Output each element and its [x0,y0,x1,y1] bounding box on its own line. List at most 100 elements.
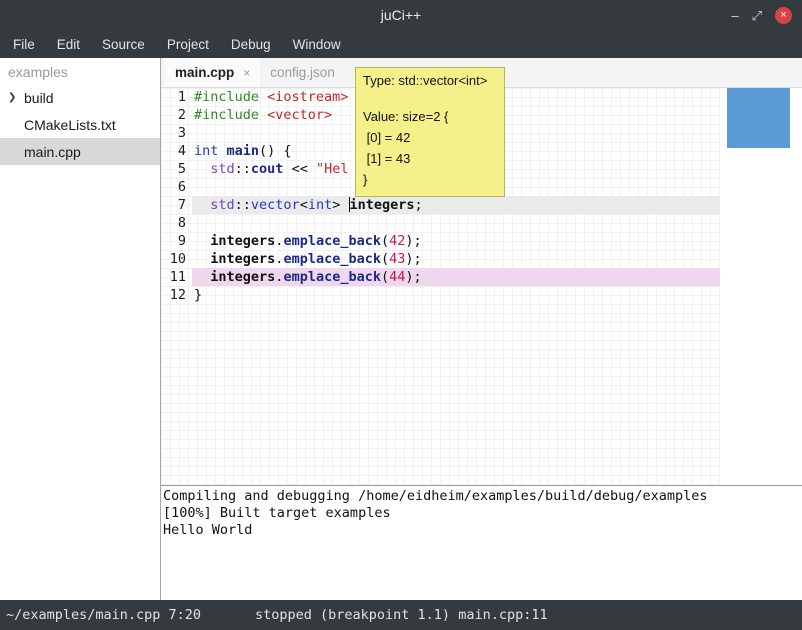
code-token: std [210,161,234,177]
code-token: < [300,197,308,213]
status-cursor-position: ~/examples/main.cpp 7:20 [6,607,201,623]
code-line-7[interactable]: 7 std::vector<int> integers; [161,196,720,214]
minimize-icon[interactable]: – [731,9,738,22]
close-icon[interactable]: × [775,7,792,24]
code-token: ); [405,269,421,285]
line-code: integers.emplace_back(42); [192,232,720,250]
tree-item-build[interactable]: ❯ build [0,84,160,111]
code-token: > [332,197,348,213]
tooltip-value-line: [1] = 43 [363,148,497,169]
tooltip-value-line: Value: size=2 { [363,106,497,127]
tooltip-value-lines: Value: size=2 { [0] = 42 [1] = 43} [363,106,497,190]
code-token: ( [381,233,389,249]
tree-item-label: build [24,90,54,106]
app-window: juCi++ – ⤢ × FileEditSourceProjectDebugW… [0,0,802,630]
line-code: } [192,286,720,304]
code-line-12[interactable]: 12} [161,286,720,304]
line-number: 1 [161,88,192,106]
chevron-right-icon: ❯ [8,92,18,103]
code-token: cout [251,161,284,177]
debug-value-tooltip: Type: std::vector<int> Value: size=2 { [… [355,67,505,197]
menu-debug[interactable]: Debug [220,30,282,58]
code-token: main [227,143,260,159]
scrollbar-area[interactable] [720,88,802,485]
line-number: 6 [161,178,192,196]
code-token: integers [210,251,275,267]
tab-label: config.json [270,65,335,80]
line-number: 10 [161,250,192,268]
code-token: emplace_back [283,269,381,285]
window-controls: – ⤢ × [731,0,792,30]
code-line-8[interactable]: 8 [161,214,720,232]
code-token: 42 [389,233,405,249]
title-bar: juCi++ – ⤢ × [0,0,802,30]
menu-file[interactable]: File [2,30,46,58]
main-area: examples ❯ build CMakeLists.txt main.cpp ma… [0,58,802,600]
menu-edit[interactable]: Edit [46,30,91,58]
code-token: std [210,197,234,213]
code-token: ); [405,233,421,249]
tab-close-icon[interactable]: × [243,66,250,80]
line-code: integers.emplace_back(44); [192,268,720,286]
tree-item-label: main.cpp [24,144,81,160]
code-token: #include [194,107,267,123]
code-line-9[interactable]: 9 integers.emplace_back(42); [161,232,720,250]
code-token: "Hel [316,161,349,177]
code-token: :: [235,197,251,213]
code-line-11[interactable]: 11 integers.emplace_back(44); [161,268,720,286]
line-code: std::vector<int> integers; [192,196,720,214]
code-token: } [194,287,202,303]
line-code [192,214,720,232]
menu-source[interactable]: Source [91,30,156,58]
menu-window[interactable]: Window [282,30,352,58]
code-token [218,143,226,159]
tooltip-type-line: Type: std::vector<int> [363,73,497,88]
code-token: int [194,143,218,159]
code-token: <vector> [267,107,332,123]
code-token: 43 [389,251,405,267]
menu-bar: FileEditSourceProjectDebugWindow [0,30,802,58]
code-token: emplace_back [283,233,381,249]
file-tree: ❯ build CMakeLists.txt main.cpp [0,84,160,165]
terminal-line: Compiling and debugging /home/eidheim/ex… [163,488,802,505]
line-number: 2 [161,106,192,124]
code-token: ( [381,269,389,285]
tab-main.cpp[interactable]: main.cpp × [165,58,260,87]
code-token: () { [259,143,292,159]
file-tree-header: examples [0,58,160,84]
window-title: juCi++ [0,7,802,23]
tab-config.json[interactable]: config.json [260,58,345,87]
maximize-icon[interactable]: ⤢ [752,9,762,22]
menu-project[interactable]: Project [156,30,220,58]
tab-label: main.cpp [175,65,234,80]
code-token: ); [405,251,421,267]
line-number: 11 [161,268,192,286]
line-number: 5 [161,160,192,178]
tooltip-value-line: [0] = 42 [363,127,497,148]
terminal-output[interactable]: Compiling and debugging /home/eidheim/ex… [161,485,802,600]
code-token [194,197,210,213]
code-line-10[interactable]: 10 integers.emplace_back(43); [161,250,720,268]
line-number: 12 [161,286,192,304]
code-token: vector [251,197,300,213]
code-token: integers [210,233,275,249]
line-number: 4 [161,142,192,160]
minimap[interactable] [727,88,790,148]
line-number: 3 [161,124,192,142]
tree-item-main.cpp[interactable]: main.cpp [0,138,160,165]
file-tree-panel: examples ❯ build CMakeLists.txt main.cpp [0,58,161,600]
code-token: integers [350,197,415,213]
line-number: 8 [161,214,192,232]
code-token: int [308,197,332,213]
tree-item-cmakelists.txt[interactable]: CMakeLists.txt [0,111,160,138]
code-token [194,161,210,177]
code-token: 44 [389,269,405,285]
tooltip-value-line: } [363,169,497,190]
line-code: integers.emplace_back(43); [192,250,720,268]
code-token: emplace_back [283,251,381,267]
terminal-line: [100%] Built target examples [163,505,802,522]
code-token [194,233,210,249]
code-token: #include [194,89,267,105]
line-number: 7 [161,196,192,214]
tree-item-label: CMakeLists.txt [24,117,116,133]
